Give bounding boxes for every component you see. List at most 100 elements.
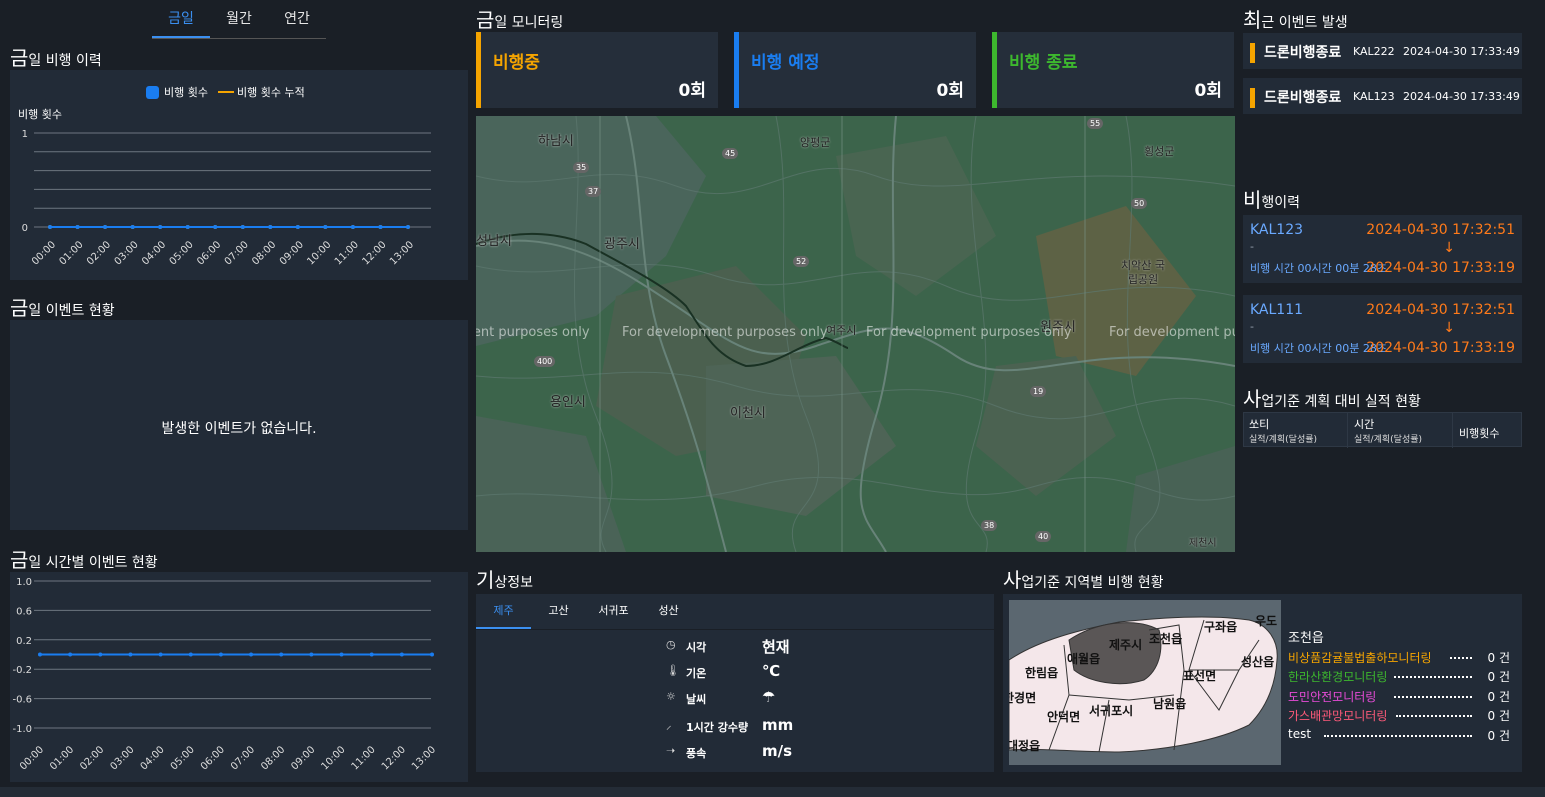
route-marker: 55: [1087, 118, 1104, 129]
map-place-label: 횡성군: [1144, 145, 1175, 158]
route-marker: 40: [1035, 531, 1052, 542]
jeju-region-label: 성산읍: [1241, 655, 1275, 669]
card-label: 비행 예정: [751, 53, 820, 73]
x-tick-label: 04:00: [140, 239, 168, 267]
region-stat-value: 0 건: [1487, 690, 1511, 704]
route-marker: 19: [1030, 386, 1047, 397]
data-point: [75, 225, 80, 229]
data-point: [399, 652, 404, 657]
col-time-sub: 실적/계획(달성률): [1354, 435, 1423, 445]
region-stat-row: 비상품감귤불법출하모니터링 0 건: [1288, 649, 1510, 669]
data-point: [249, 652, 254, 657]
x-tick-label: 08:00: [250, 239, 278, 267]
data-point: [218, 652, 223, 657]
x-tick-label: 03:00: [108, 744, 136, 772]
weather-row-rain: ⸝ 1시간 강수량 mm: [476, 714, 996, 740]
tab-daily[interactable]: 금일: [152, 2, 210, 38]
map-watermark: For development purposes only: [1109, 325, 1235, 340]
thermometer-icon: 🌡: [666, 664, 680, 677]
jeju-region-label: 안덕면: [1047, 710, 1081, 724]
region-stat-name: test: [1288, 727, 1312, 741]
monitoring-title: 금일 모니터링: [476, 8, 564, 32]
tab-seongsan[interactable]: 성산: [641, 594, 696, 627]
period-tabs: 금일 월간 연간: [152, 2, 326, 39]
x-tick-label: 04:00: [139, 744, 167, 772]
data-point: [309, 652, 314, 657]
card-accent-bar: [992, 32, 997, 108]
jeju-map-shape: [1009, 616, 1278, 753]
flight-history-item[interactable]: KAL111 - 비행 시간 00시간 00분 28초 2024-04-30 1…: [1243, 295, 1522, 363]
y-tick-label: 1: [22, 129, 28, 140]
map-place-label: 하남시: [538, 134, 574, 149]
map-place-label: 광주시: [604, 237, 640, 252]
data-point: [98, 652, 103, 657]
event-time: 2024-04-30 17:33:49: [1403, 90, 1520, 103]
tab-monthly[interactable]: 월간: [210, 2, 268, 36]
recent-event-item[interactable]: 드론비행종료 KAL123 2024-04-30 17:33:49: [1243, 78, 1522, 114]
weather-row-value: m/s: [762, 742, 793, 760]
event-accent-bar: [1250, 88, 1255, 108]
recent-event-item[interactable]: 드론비행종료 KAL222 2024-04-30 17:33:49: [1243, 33, 1522, 69]
map-place-label: 여주시: [826, 324, 857, 337]
hourly-event-chart-panel: 1.0 0.6 0.2 -0.2 -0.6 -1.0 00:00 01:00 02:00 03:0…: [10, 572, 468, 782]
region-stat-value: 0 건: [1487, 709, 1511, 723]
plan-vs-actual-title: 사업기준 계획 대비 실적 현황: [1243, 387, 1421, 411]
tab-jeju[interactable]: 제주: [476, 594, 531, 629]
data-point: [130, 225, 135, 229]
daily-flight-chart: 비행 횟수 비행 횟수 누적비행 횟수0100:00 01:00 02:00 03:00…: [18, 86, 431, 268]
data-point: [158, 652, 163, 657]
card-accent-bar: [734, 32, 739, 108]
data-point: [369, 652, 374, 657]
data-point: [279, 652, 284, 657]
weather-title: 기상정보: [476, 568, 534, 592]
recent-events-title: 최근 이벤트 발생: [1243, 8, 1348, 32]
map-place-label: 용인시: [550, 395, 586, 410]
col-sortie: 쏘티: [1249, 418, 1270, 431]
tab-gosan[interactable]: 고산: [531, 594, 586, 627]
data-point: [158, 225, 163, 229]
hourly-event-title: 금일 시간별 이벤트 현황: [10, 548, 158, 572]
region-stat-name: 비상품감귤불법출하모니터링: [1288, 651, 1432, 665]
route-marker: 45: [722, 148, 739, 159]
col-time: 시간: [1354, 418, 1375, 431]
plan-vs-actual-table-header: 쏘티 실적/계획(달성률) 시간 실적/계획(달성률) 비행횟수: [1243, 412, 1522, 448]
weather-row-label: 날씨: [686, 693, 707, 706]
legend-label: 비행 횟수: [164, 86, 208, 99]
tab-yearly[interactable]: 연간: [268, 2, 326, 36]
data-point: [350, 225, 355, 229]
weather-row-label: 1시간 강수량: [686, 721, 749, 734]
x-tick-label: 08:00: [259, 744, 287, 772]
flight-history-item[interactable]: KAL123 - 비행 시간 00시간 00분 28초 2024-04-30 1…: [1243, 215, 1522, 283]
route-marker: 35: [573, 162, 590, 173]
legend-label: 비행 횟수 누적: [237, 86, 305, 99]
flight-history-title: 비행이력: [1243, 188, 1301, 212]
x-tick-label: 12:00: [360, 239, 388, 267]
x-tick-label: 05:00: [169, 744, 197, 772]
region-stat-name: 도민안전모니터링: [1288, 690, 1377, 704]
col-flight-count: 비행횟수: [1459, 427, 1500, 440]
jeju-region-label: 제주시: [1109, 638, 1143, 652]
x-tick-label: 07:00: [223, 239, 251, 267]
region-stat-value: 0 건: [1487, 651, 1511, 665]
data-point: [240, 225, 245, 229]
route-marker: 400: [534, 356, 556, 367]
region-stat-name: 가스배관망모니터링: [1288, 709, 1388, 723]
hourly-event-chart: 1.0 0.6 0.2 -0.2 -0.6 -1.0 00:00 01:00 02:00 03:0…: [12, 577, 438, 773]
data-point: [295, 225, 300, 229]
arrow-down-icon: ↓: [1443, 240, 1455, 256]
data-point: [268, 225, 273, 229]
monitoring-map[interactable]: 하남시 양평군 횡성군 성남시 광주시 치악산 국립공원 여주시 원주시 용인시…: [476, 116, 1235, 552]
weather-row-value: mm: [762, 716, 794, 734]
x-tick-label: 09:00: [289, 744, 317, 772]
x-tick-label: 03:00: [113, 239, 141, 267]
map-place-label: 이천시: [730, 406, 766, 421]
y-tick-label: 1.0: [16, 577, 32, 588]
map-place-label: 제천시: [1189, 538, 1217, 549]
tab-seogwipo[interactable]: 서귀포: [586, 594, 641, 627]
event-time: 2024-04-30 17:33:49: [1403, 45, 1520, 58]
jeju-map[interactable]: 제주시 조천읍 구좌읍 우도 애월읍 한림읍 성산읍 표선면 한경면 안덕면 서…: [1009, 600, 1281, 765]
region-stat-row: 한라산환경모니터링 0 건: [1288, 668, 1510, 688]
regional-title: 사업기준 지역별 비행 현황: [1003, 568, 1164, 592]
card-flying: 비행중 0회: [476, 32, 718, 108]
flight-end-time: 2024-04-30 17:33:19: [1366, 260, 1515, 276]
